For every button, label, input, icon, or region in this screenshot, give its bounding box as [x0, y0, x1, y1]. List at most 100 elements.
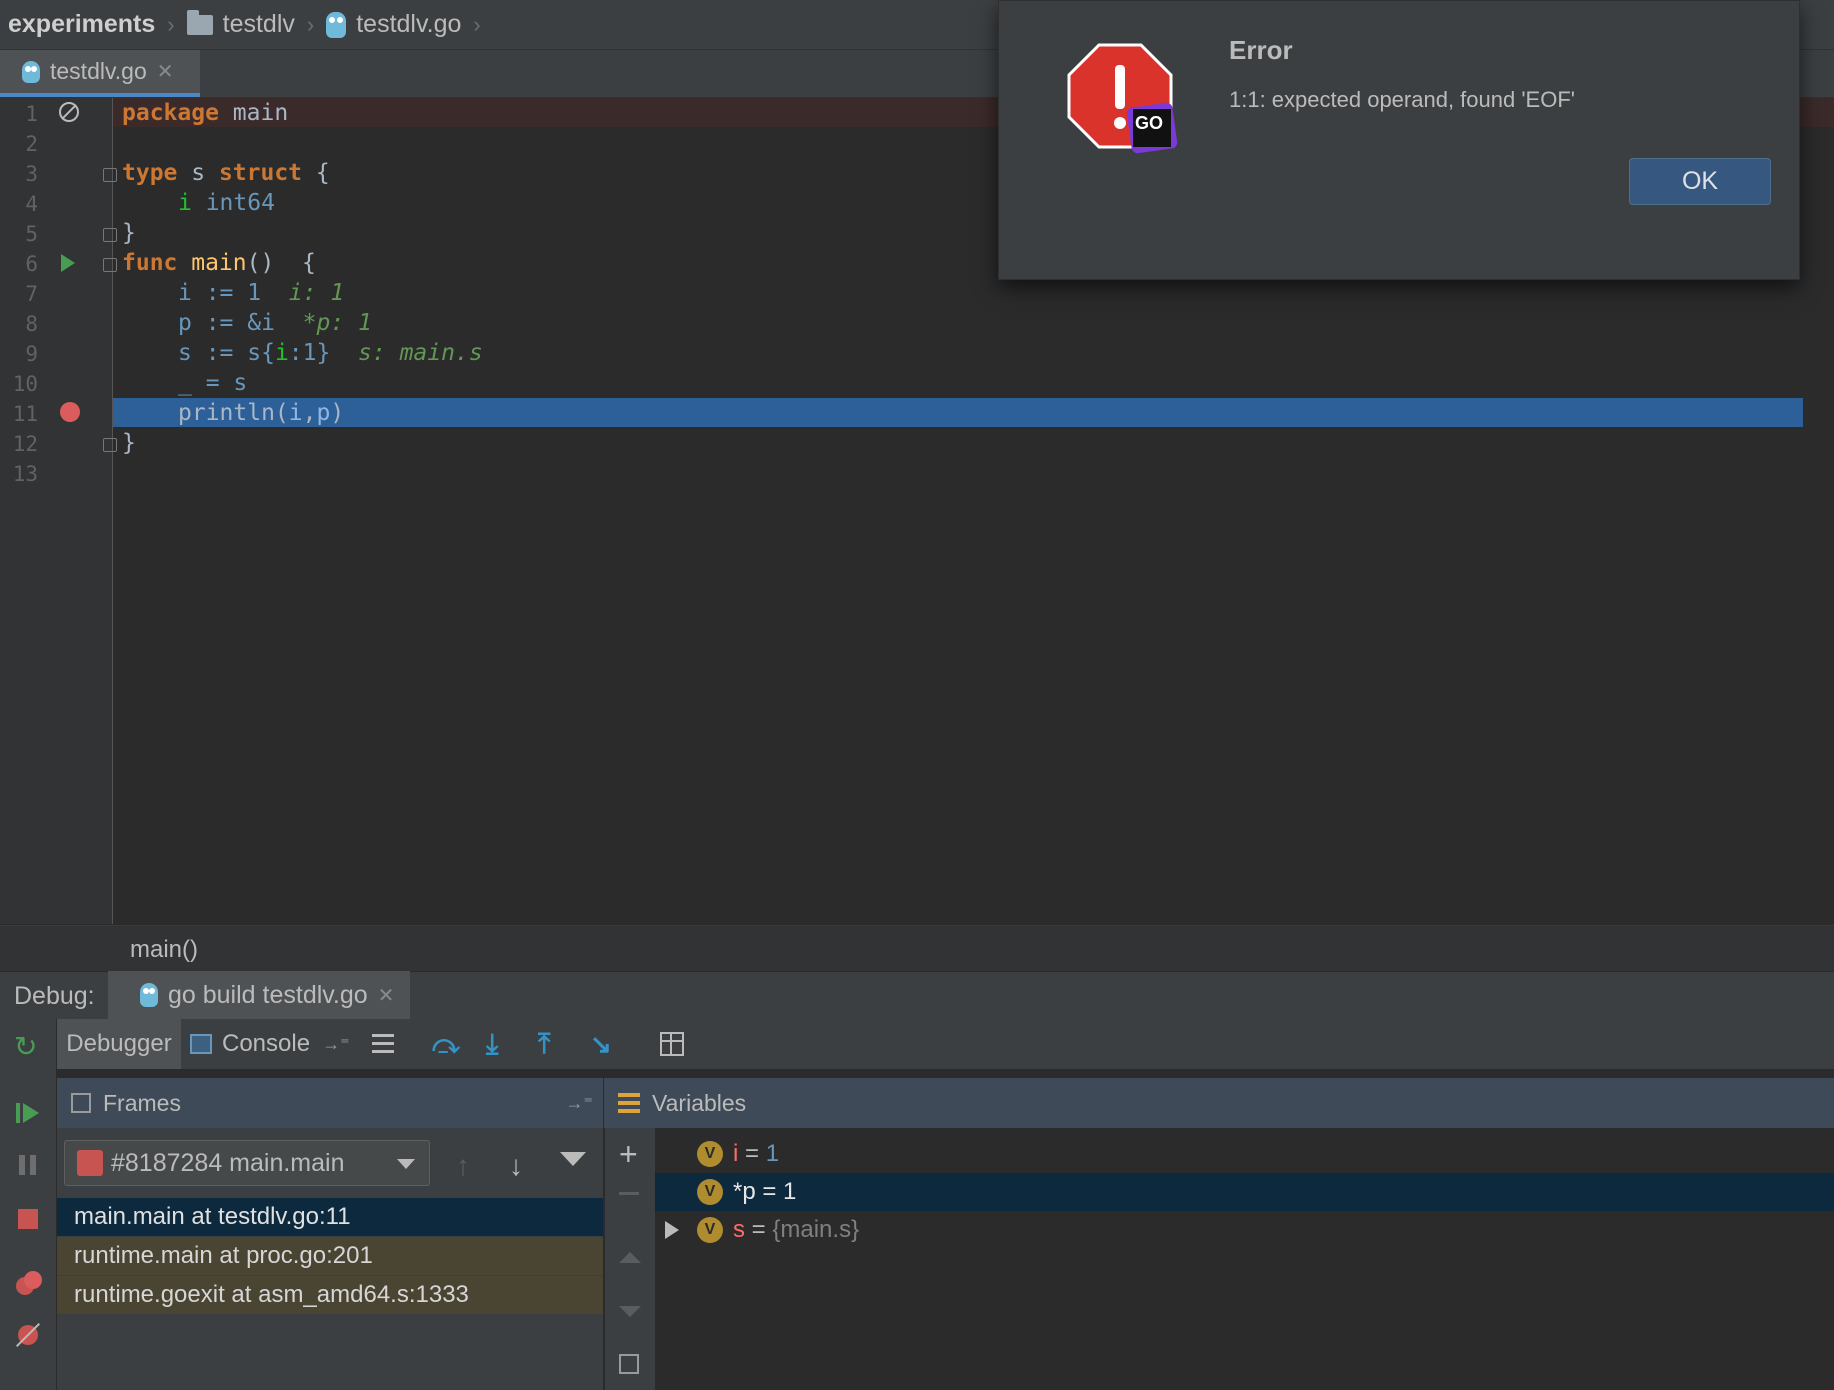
- code-line-7: i := 1 i: 1: [178, 280, 345, 306]
- line-number: 13: [12, 462, 38, 486]
- variable-value: 1: [765, 1140, 780, 1167]
- run-arrow-icon[interactable]: [61, 254, 75, 272]
- code-line-3: type s struct {: [122, 160, 330, 186]
- expand-arrow-icon[interactable]: [665, 1221, 679, 1239]
- tab-console[interactable]: Console →⁼: [190, 1019, 350, 1069]
- go-logo-text: GO: [1135, 113, 1164, 133]
- error-dialog: GO Error 1:1: expected operand, found 'E…: [998, 0, 1800, 280]
- chevron-right-icon: ›: [473, 11, 481, 37]
- move-down-icon[interactable]: [619, 1306, 641, 1317]
- line-number: 4: [25, 192, 38, 216]
- variable-name: s: [733, 1216, 745, 1243]
- line-number: 9: [25, 342, 38, 366]
- resume-icon[interactable]: [14, 1099, 42, 1127]
- line-number: 7: [25, 282, 38, 306]
- pin-icon[interactable]: →⁼: [322, 1034, 350, 1055]
- go-file-icon: [326, 11, 347, 38]
- variable-equals: =: [745, 1216, 773, 1243]
- variables-icon: [618, 1093, 640, 1113]
- breakpoint-icon[interactable]: [60, 402, 80, 422]
- editor-tab-testdlv[interactable]: testdlv.go ✕: [0, 50, 200, 97]
- previous-frame-icon[interactable]: ↑: [456, 1150, 470, 1182]
- frame-row[interactable]: main.main at testdlv.go:11: [57, 1198, 603, 1236]
- variable-badge-icon: V: [697, 1141, 723, 1167]
- thread-icon: [77, 1150, 103, 1176]
- close-icon[interactable]: ✕: [378, 983, 395, 1008]
- folder-icon: [186, 9, 213, 35]
- ok-button[interactable]: OK: [1629, 158, 1771, 205]
- inline-value-hint: i: 1: [288, 280, 345, 306]
- step-over-icon[interactable]: ⤼: [432, 1030, 460, 1058]
- frame-row[interactable]: runtime.main at proc.go:201: [57, 1237, 603, 1275]
- editor-tab-label: testdlv.go: [50, 58, 147, 84]
- add-watch-icon[interactable]: +: [619, 1138, 638, 1170]
- thread-selector[interactable]: #8187284 main.main: [64, 1140, 430, 1186]
- frames-icon: [71, 1093, 91, 1113]
- variables-header: Variables: [604, 1078, 1834, 1128]
- frame-row[interactable]: runtime.goexit at asm_amd64.s:1333: [57, 1276, 603, 1314]
- debug-label: Debug:: [14, 981, 95, 1010]
- close-icon[interactable]: ✕: [157, 59, 174, 84]
- code-line-10: _ = s: [178, 370, 248, 396]
- debug-session-tab[interactable]: go build testdlv.go ✕: [108, 971, 411, 1019]
- variable-badge-icon: V: [697, 1179, 723, 1205]
- tab-console-label: Console: [222, 1030, 311, 1057]
- copy-icon[interactable]: [619, 1354, 639, 1374]
- rerun-icon[interactable]: ↻: [14, 1033, 42, 1061]
- dialog-title: Error: [1229, 35, 1293, 65]
- function-crumb[interactable]: main(): [130, 936, 198, 964]
- pause-icon[interactable]: [14, 1151, 42, 1179]
- line-number: 10: [12, 372, 38, 396]
- variables-side-toolbar: +: [604, 1128, 656, 1390]
- debug-side-toolbar: ↻: [0, 1019, 57, 1390]
- thread-selector-value: #8187284 main.main: [111, 1148, 345, 1177]
- inline-value-hint: *p: 1: [302, 310, 372, 336]
- code-breadcrumb: main(): [0, 925, 1834, 972]
- next-frame-icon[interactable]: ↓: [509, 1150, 523, 1182]
- code-line-5: }: [122, 220, 136, 246]
- fold-icon[interactable]: [103, 258, 117, 272]
- dropdown-arrow-icon: [397, 1159, 415, 1169]
- debug-session-label: go build testdlv.go: [168, 980, 368, 1009]
- fold-icon[interactable]: [103, 168, 117, 182]
- variable-equals: =: [755, 1178, 784, 1205]
- chevron-right-icon: ›: [306, 11, 315, 37]
- chevron-right-icon: ›: [167, 11, 175, 37]
- step-into-icon[interactable]: ⤓: [486, 1030, 514, 1058]
- code-line-11: println(i,p): [178, 400, 345, 426]
- variable-value: {main.s}: [772, 1216, 860, 1243]
- code-line-4: i int64: [178, 190, 275, 216]
- mute-breakpoints-icon[interactable]: [14, 1321, 42, 1349]
- line-number: 6: [25, 252, 38, 276]
- code-line-6: func main() {: [122, 250, 316, 276]
- variable-badge-icon: V: [697, 1217, 723, 1243]
- line-number: 8: [25, 312, 38, 336]
- line-number: 5: [25, 222, 38, 246]
- tab-debugger[interactable]: Debugger: [57, 1019, 181, 1069]
- run-to-cursor-icon[interactable]: ↘: [590, 1030, 618, 1058]
- remove-watch-icon[interactable]: [619, 1192, 639, 1195]
- variable-row[interactable]: V i = 1: [655, 1135, 1834, 1173]
- variable-row[interactable]: V *p = 1: [655, 1173, 1834, 1211]
- error-stop-icon: GO: [1067, 43, 1178, 154]
- variable-row[interactable]: V s = {main.s}: [655, 1211, 1834, 1249]
- disabled-icon[interactable]: [59, 102, 79, 122]
- step-out-icon[interactable]: ⤒: [538, 1030, 566, 1058]
- show-execution-point-icon[interactable]: [370, 1030, 398, 1058]
- line-number: 3: [25, 162, 38, 186]
- move-up-icon[interactable]: [619, 1252, 641, 1263]
- go-debug-icon: [140, 983, 158, 1007]
- view-breakpoints-icon[interactable]: [14, 1269, 42, 1297]
- filter-icon[interactable]: [560, 1152, 586, 1166]
- pin-icon[interactable]: →⁼: [565, 1093, 593, 1114]
- inline-value-hint: s: main.s: [358, 340, 483, 366]
- breadcrumb-file[interactable]: testdlv.go: [322, 10, 467, 39]
- stop-icon[interactable]: [14, 1205, 42, 1233]
- breadcrumb-folder[interactable]: testdlv: [183, 9, 301, 39]
- code-line-9: s := s{i:1} s: main.s: [178, 340, 483, 366]
- evaluate-expression-icon[interactable]: [658, 1030, 686, 1058]
- breadcrumb-project[interactable]: experiments: [0, 10, 161, 39]
- variables-title: Variables: [652, 1089, 747, 1116]
- fold-icon[interactable]: [103, 438, 117, 452]
- fold-icon[interactable]: [103, 228, 117, 242]
